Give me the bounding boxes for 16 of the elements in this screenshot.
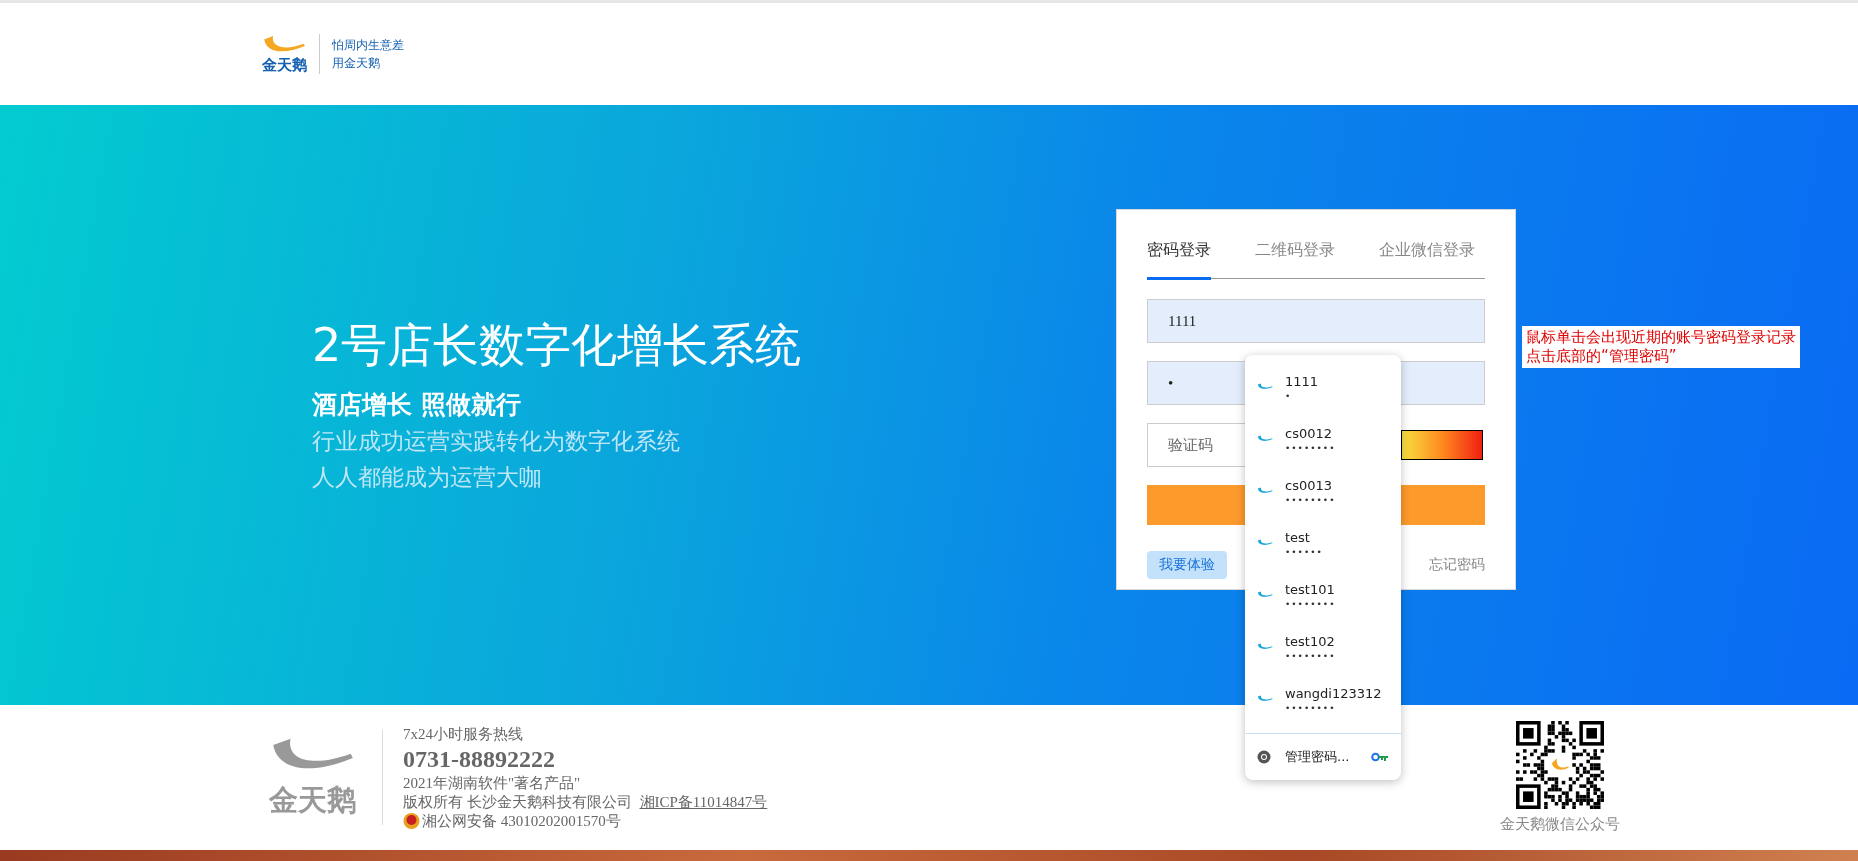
footer-logo-text: 金天鹅	[268, 781, 356, 819]
hero-title: 2号店长数字化增长系统	[312, 317, 802, 374]
annotation-text: 鼠标单击会出现近期的账号密码登录记录	[1526, 328, 1796, 347]
hero-description-line: 人人都能成为运营大咖	[312, 463, 543, 492]
annotation-text: 点击底部的“管理密码”	[1526, 347, 1678, 366]
slogan-line: 用金天鹅	[332, 55, 381, 72]
copyright-text: 版权所有 长沙金天鹅科技有限公司	[403, 792, 632, 812]
hero-description-line: 行业成功运营实践转化为数字化系统	[312, 427, 681, 456]
hero-subtitle: 酒店增长 照做就行	[312, 389, 522, 421]
slogan-line: 怕周内生意差	[332, 37, 404, 54]
hotline-label: 7x24小时服务热线	[403, 724, 524, 744]
logo-text: 金天鹅	[262, 57, 307, 73]
qr-caption: 金天鹅微信公众号	[1500, 815, 1620, 834]
award-text: 2021年湖南软件"著名产品"	[403, 773, 582, 793]
police-record-text: 湘公网安备 43010202001570号	[422, 811, 621, 831]
hotline-number: 0731-88892222	[403, 744, 556, 774]
